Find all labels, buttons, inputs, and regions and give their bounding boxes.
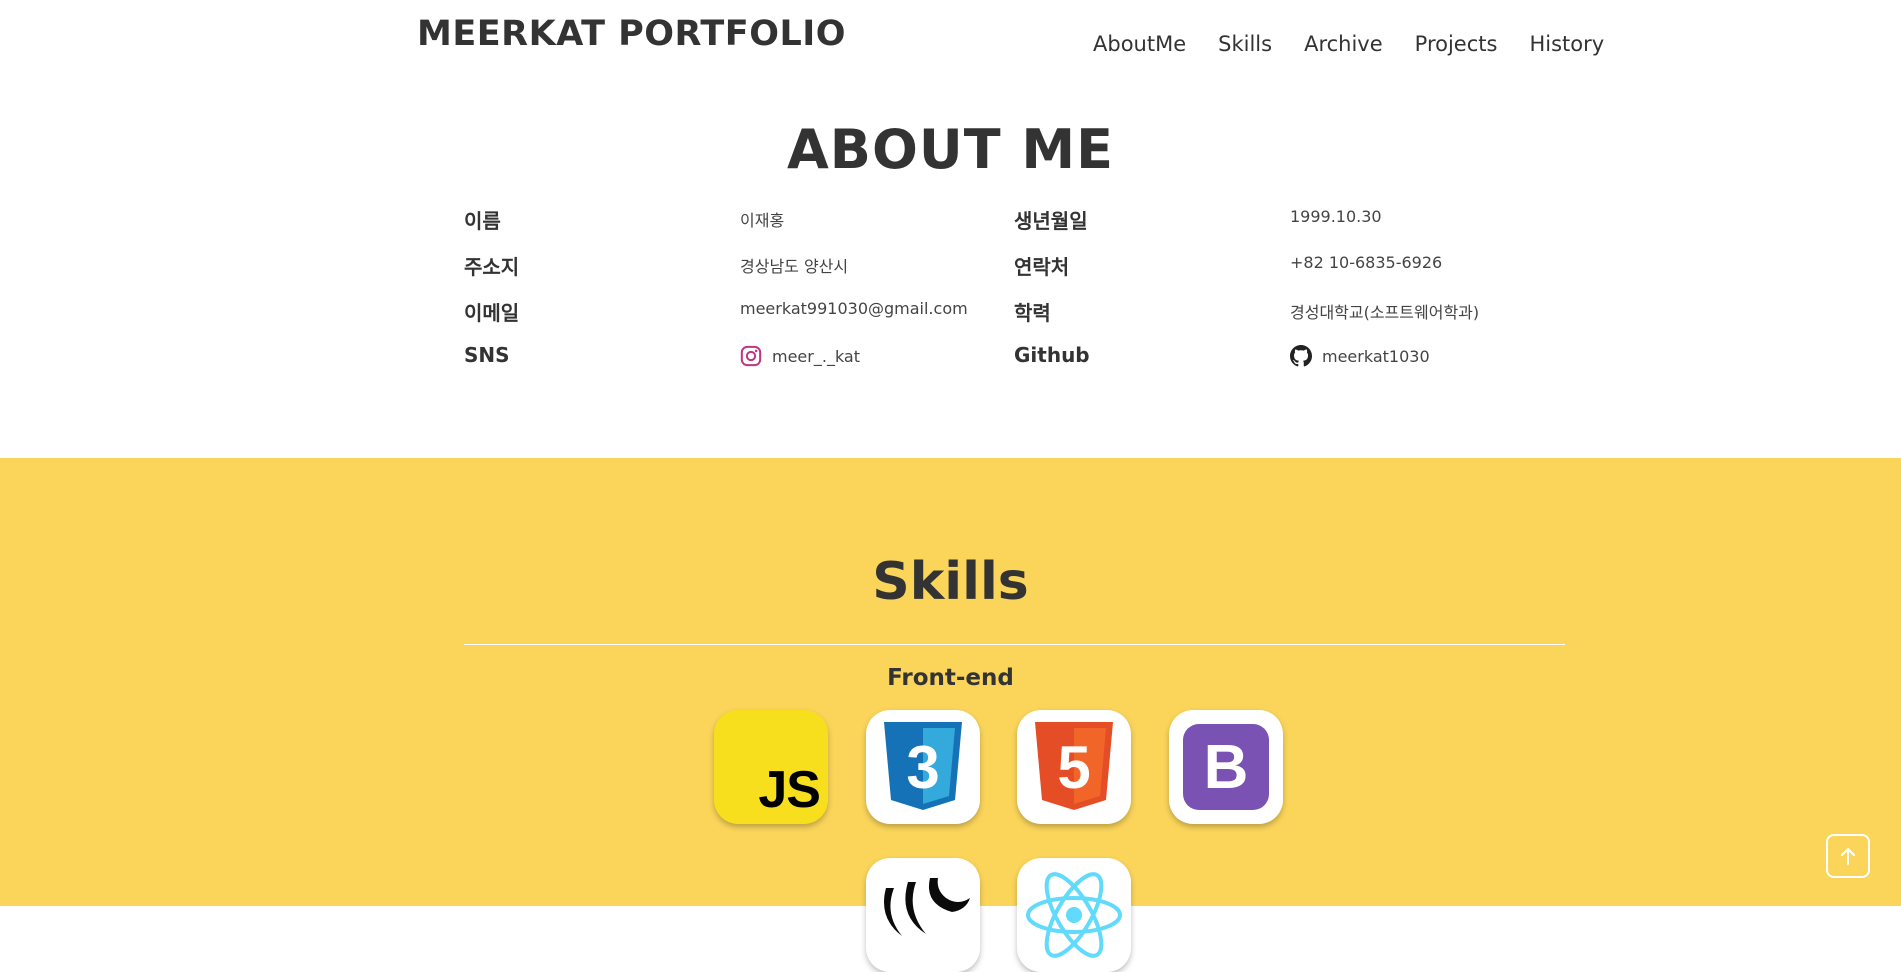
label-birth: 생년월일 bbox=[1014, 209, 1088, 233]
info-row: SNS meer_._kat Github meerkat1030 bbox=[464, 341, 1564, 387]
value-name: 이재홍 bbox=[740, 211, 785, 230]
value-education: 경성대학교(소프트웨어학과) bbox=[1290, 303, 1480, 322]
react-icon bbox=[1017, 858, 1131, 972]
js-text: JS bbox=[758, 761, 821, 819]
html5-icon: 5 bbox=[1017, 710, 1131, 824]
navbar: MEERKAT PORTFOLIO AboutMe Skills Archive… bbox=[0, 0, 1901, 80]
label-education: 학력 bbox=[1014, 301, 1051, 325]
skills-title: Skills bbox=[872, 552, 1029, 612]
value-github: meerkat1030 bbox=[1322, 346, 1430, 366]
nav-skills[interactable]: Skills bbox=[1218, 32, 1272, 56]
label-email: 이메일 bbox=[464, 301, 520, 325]
nav-projects[interactable]: Projects bbox=[1415, 32, 1498, 56]
about-title: ABOUT ME bbox=[787, 118, 1114, 181]
value-address: 경상남도 양산시 bbox=[740, 257, 849, 276]
value-sns: meer_._kat bbox=[772, 346, 860, 366]
label-sns: SNS bbox=[464, 343, 510, 367]
nav-menu: AboutMe Skills Archive Projects History bbox=[1093, 32, 1604, 56]
scroll-top-button[interactable] bbox=[1826, 834, 1870, 878]
label-name: 이름 bbox=[464, 209, 501, 233]
jquery-icon bbox=[866, 858, 980, 972]
css3-number: 3 bbox=[906, 734, 939, 801]
label-address: 주소지 bbox=[464, 255, 520, 279]
bootstrap-letter: B bbox=[1203, 732, 1249, 802]
github-link[interactable]: meerkat1030 bbox=[1290, 345, 1430, 367]
divider bbox=[464, 644, 1565, 645]
instagram-icon bbox=[740, 345, 762, 367]
nav-aboutme[interactable]: AboutMe bbox=[1093, 32, 1186, 56]
nav-archive[interactable]: Archive bbox=[1304, 32, 1383, 56]
nav-history[interactable]: History bbox=[1529, 32, 1604, 56]
value-birth: 1999.10.30 bbox=[1290, 207, 1382, 226]
javascript-icon: JS bbox=[714, 710, 828, 824]
value-contact: +82 10-6835-6926 bbox=[1290, 253, 1443, 272]
skills-category: Front-end bbox=[887, 665, 1014, 691]
info-row: 이름 이재홍 생년월일 1999.10.30 bbox=[464, 203, 1564, 249]
value-email: meerkat991030@gmail.com bbox=[740, 299, 968, 318]
label-contact: 연락처 bbox=[1014, 255, 1070, 279]
github-icon bbox=[1290, 345, 1312, 367]
arrow-up-icon bbox=[1841, 848, 1855, 865]
about-info: 이름 이재홍 생년월일 1999.10.30 주소지 경상남도 양산시 연락처 … bbox=[464, 203, 1564, 387]
info-row: 주소지 경상남도 양산시 연락처 +82 10-6835-6926 bbox=[464, 249, 1564, 295]
css3-icon: 3 bbox=[866, 710, 980, 824]
brand-logo[interactable]: MEERKAT PORTFOLIO bbox=[417, 14, 846, 54]
label-github: Github bbox=[1014, 343, 1090, 367]
info-row: 이메일 meerkat991030@gmail.com 학력 경성대학교(소프트… bbox=[464, 295, 1564, 341]
bootstrap-icon: B bbox=[1169, 710, 1283, 824]
html5-number: 5 bbox=[1057, 734, 1090, 801]
sns-link[interactable]: meer_._kat bbox=[740, 345, 860, 367]
